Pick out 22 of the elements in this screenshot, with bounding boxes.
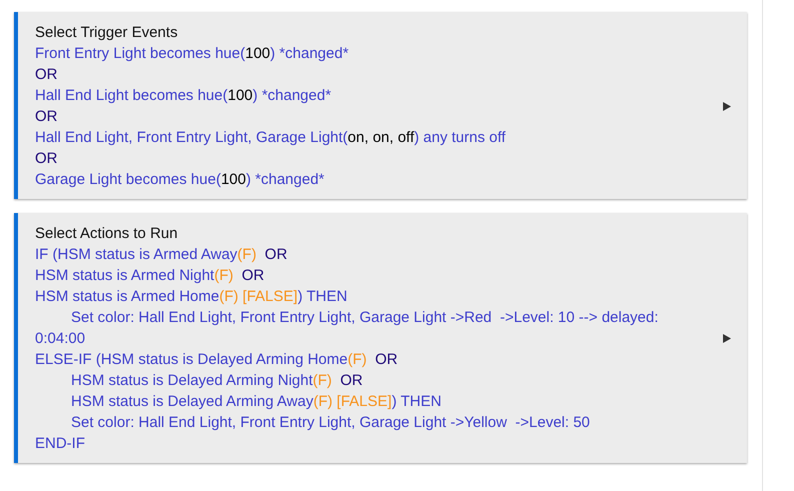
rule-line: ELSE-IF (HSM status is Delayed Arming Home(F) OR [35,350,399,370]
section-title: Select Actions to Run [35,224,179,244]
rule-line: OR [35,65,58,85]
rule-line: Set color: Hall End Light, Front Entry Light, Garage Light ->Red ->Level: 10 --> delayed: 0:04:00 [35,308,660,349]
section-title: Select Trigger Events [35,23,179,43]
rule-line: IF (HSM status is Armed Away(F) OR [35,245,288,265]
rule-line: HSM status is Armed Night(F) OR [35,266,266,286]
rule-line: HSM status is Delayed Arming Night(F) OR [70,371,364,391]
rule-line: Garage Light becomes hue(100) *changed* [35,170,326,190]
rule-line: HSM status is Delayed Arming Away(F) [FALSE]) THEN [70,392,442,412]
rule-line: Hall End Light, Front Entry Light, Garage Light(on, on, off) any turns off [35,128,507,148]
rule-line: OR [35,107,58,127]
rule-line: Set color: Hall End Light, Front Entry Light, Garage Light ->Yellow ->Level: 50 [70,413,591,433]
rule-line: END-IF [35,434,86,454]
rule-line: Front Entry Light becomes hue(100) *changed* [35,44,350,64]
rule-line: HSM status is Armed Home(F) [FALSE]) THEN [35,287,348,307]
section-card[interactable] [14,213,747,463]
rule-line: Hall End Light becomes hue(100) *changed* [35,86,332,106]
rule-line: OR [35,149,58,169]
caret-icon[interactable] [723,334,731,343]
section-card[interactable] [14,12,747,199]
caret-icon[interactable] [723,102,731,110]
